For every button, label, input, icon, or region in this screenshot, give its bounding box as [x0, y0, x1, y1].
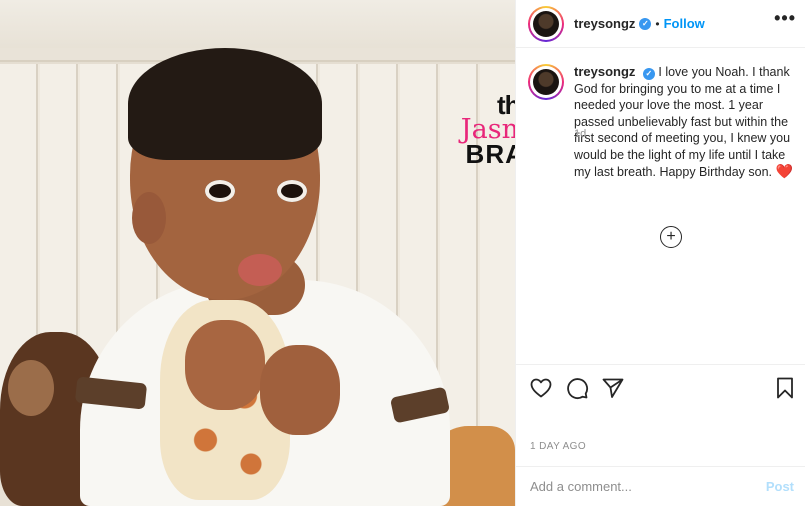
child-hand-left — [185, 320, 265, 410]
separator-dot: • — [655, 16, 660, 31]
caption-avatar[interactable] — [528, 64, 564, 100]
post-photo[interactable]: the Jasmine BRAND — [0, 0, 515, 506]
caption-text-block: treysongz ✓ I love you Noah. I thank God… — [574, 64, 796, 181]
comment-icon[interactable] — [564, 375, 590, 401]
header-username[interactable]: treysongz — [574, 16, 635, 31]
load-more-comments-button[interactable]: + — [660, 226, 682, 248]
follow-button[interactable]: Follow — [664, 16, 705, 31]
more-options-icon[interactable]: ••• — [774, 8, 796, 29]
post-comment-button[interactable]: Post — [766, 479, 794, 494]
watermark-logo: the Jasmine BRAND — [440, 92, 515, 167]
paper-plane-icon[interactable] — [600, 375, 626, 401]
child-ear — [132, 192, 166, 244]
bookmark-icon[interactable] — [772, 375, 798, 401]
caption-timestamp[interactable]: 1d — [574, 128, 586, 140]
child-hair — [128, 48, 322, 160]
comment-input[interactable] — [530, 479, 766, 494]
verified-badge-icon: ✓ — [639, 17, 652, 30]
caption-text: I love you Noah. I thank God for bringin… — [574, 65, 791, 179]
action-bar — [516, 364, 805, 408]
caption: treysongz ✓ I love you Noah. I thank God… — [528, 64, 802, 181]
avatar[interactable] — [528, 5, 564, 42]
caption-username[interactable]: treysongz — [574, 64, 635, 79]
comment-bar: Post — [516, 466, 805, 506]
child-eye-right — [277, 180, 307, 202]
child-mouth — [238, 254, 282, 286]
child-hand-right — [260, 345, 340, 435]
heart-icon[interactable] — [528, 375, 554, 401]
child-eye-left — [205, 180, 235, 202]
watermark-brand: BRAND — [465, 139, 515, 169]
red-heart-emoji-icon: ❤️ — [775, 163, 793, 179]
plush-monkey-face — [8, 360, 54, 416]
post-date[interactable]: 1 DAY AGO — [530, 441, 586, 452]
post-header: treysongz ✓ • Follow ••• — [516, 0, 805, 48]
caption-verified-badge-icon: ✓ — [642, 68, 655, 80]
post-side-panel: treysongz ✓ • Follow ••• treysongz ✓ I l… — [515, 0, 805, 506]
